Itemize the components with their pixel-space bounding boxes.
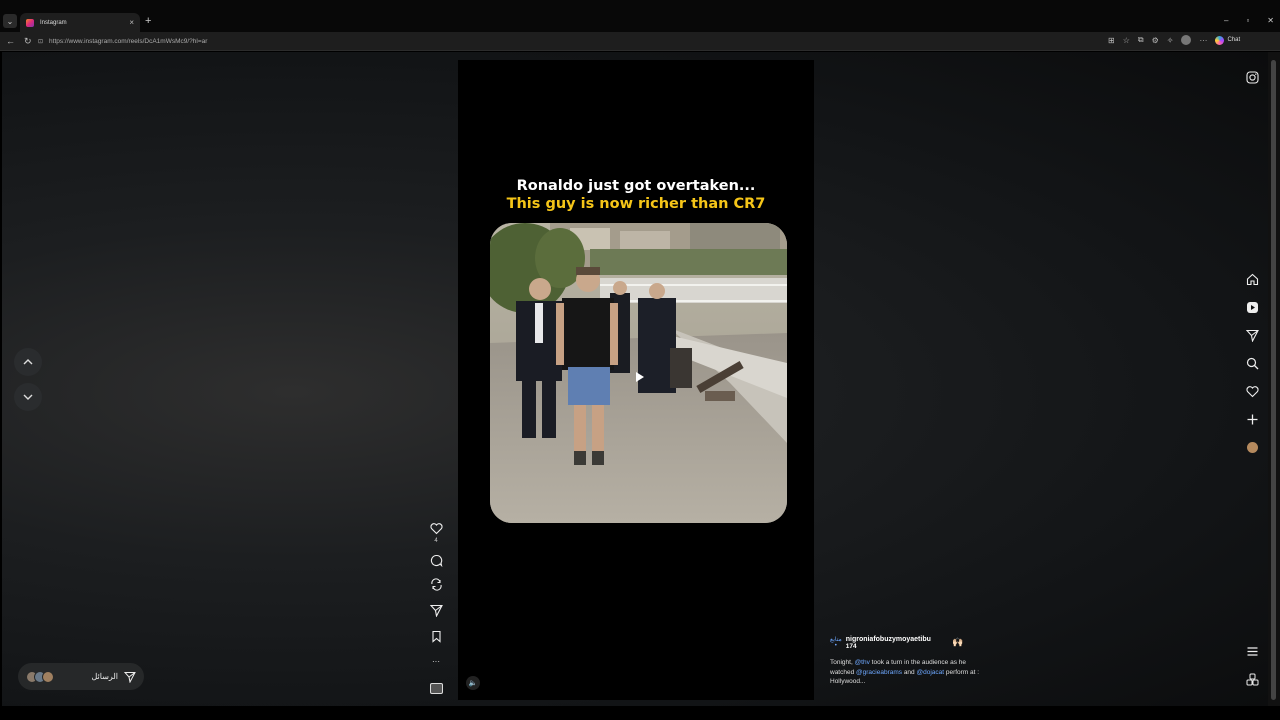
refresh-icon[interactable]: ↻ — [24, 36, 32, 47]
mute-toggle-button[interactable]: 🔈 — [466, 676, 480, 690]
copilot-chat-button[interactable]: Chat — [1215, 35, 1241, 45]
speaker-icon: 🔈 — [468, 680, 478, 687]
more-options-icon[interactable]: ··· — [1199, 36, 1207, 45]
likes-count: 174 — [845, 643, 857, 650]
follow-button[interactable]: متابع — [830, 636, 842, 643]
avatar — [42, 670, 54, 683]
comment-icon — [430, 554, 442, 567]
messages-label: الرسائل — [91, 672, 119, 681]
play-icon[interactable] — [632, 370, 646, 384]
favorite-star-icon[interactable]: ☆ — [1123, 36, 1130, 45]
reel-caption-line1: Ronaldo just got overtaken... — [516, 178, 756, 194]
separator-dot: • — [834, 643, 837, 649]
back-arrow-icon[interactable]: ← — [6, 36, 15, 46]
nav-messages[interactable] — [1244, 327, 1260, 343]
post-info: متابع • nigroniafobuzymoyaetibu 174 🙌🏻 T… — [830, 636, 980, 687]
new-tab-button[interactable]: + — [145, 15, 151, 27]
previous-reel-button[interactable] — [14, 348, 42, 376]
plus-icon — [1247, 414, 1257, 424]
browser-titlebar: ⌄ Instagram × + – ▫ ✕ — [0, 0, 1280, 32]
tab-title: Instagram — [40, 19, 67, 26]
home-icon — [1246, 273, 1258, 285]
toolbar-icons: ⊞ ☆ ⧉ ⚙ ✧ ··· Chat — [1108, 35, 1240, 45]
description-text: and — [902, 668, 917, 676]
message-avatars — [26, 670, 54, 683]
profile-avatar — [1246, 441, 1258, 453]
mention-link[interactable]: @thv — [855, 659, 870, 666]
heart-icon — [1245, 385, 1259, 397]
audio-cover-icon — [429, 682, 443, 694]
meta-apps-icon — [1246, 673, 1258, 685]
instagram-icon — [1245, 70, 1259, 84]
app-available-icon[interactable]: ⊞ — [1108, 36, 1115, 45]
collections-icon[interactable]: ✧ — [1167, 36, 1174, 45]
audio-thumbnail[interactable] — [428, 680, 444, 696]
search-icon — [1246, 357, 1258, 369]
profile-avatar[interactable] — [1181, 35, 1192, 45]
reel-caption-line2: This guy is now richer than CR7 — [506, 196, 766, 212]
nav-home[interactable] — [1244, 271, 1260, 287]
nav-profile[interactable] — [1244, 439, 1260, 455]
close-window-button[interactable]: ✕ — [1267, 16, 1274, 25]
bookmark-icon — [431, 630, 441, 643]
reels-icon — [1246, 301, 1258, 313]
next-reel-button[interactable] — [14, 383, 42, 411]
address-bar: ← ↻ ⊡ https://www.instagram.com/reels/Dc… — [0, 32, 1280, 51]
site-info-icon[interactable]: ⊡ — [38, 38, 43, 45]
like-count: 4 — [434, 538, 438, 544]
minimize-button[interactable]: – — [1224, 16, 1228, 25]
send-icon — [1245, 329, 1259, 342]
scrollbar-thumb[interactable] — [1271, 60, 1276, 700]
instagram-page: الرسائل Ronaldo just got overtaken... Th… — [2, 52, 1268, 706]
author-emoji: 🙌🏻 — [952, 637, 964, 647]
send-icon — [429, 604, 443, 617]
comment-button[interactable] — [428, 552, 444, 568]
repost-button[interactable] — [428, 576, 444, 592]
chevron-up-icon — [23, 359, 33, 365]
instagram-logo-button[interactable] — [1244, 69, 1260, 85]
hamburger-menu-icon — [1247, 646, 1257, 656]
share-button[interactable] — [428, 602, 444, 618]
description-text: Tonight, — [830, 659, 855, 666]
tab-actions-menu[interactable]: ⌄ — [3, 14, 17, 28]
like-button[interactable] — [428, 520, 444, 536]
repost-icon — [430, 577, 442, 591]
more-dots-icon: ··· — [432, 656, 440, 666]
page-scrollbar[interactable] — [1268, 52, 1280, 706]
more-options-button[interactable]: ··· — [428, 653, 444, 669]
nav-also-from-meta[interactable] — [1244, 671, 1260, 687]
url-field[interactable]: ⊡ https://www.instagram.com/reels/DcA1mW… — [38, 35, 1098, 48]
instagram-favicon-icon — [26, 18, 34, 27]
bottom-frame — [0, 706, 1280, 720]
post-description[interactable]: Tonight, @thv took a turn in the audienc… — [830, 658, 980, 687]
author-username[interactable]: nigroniafobuzymoyaetibu — [846, 636, 931, 643]
save-button[interactable] — [428, 628, 444, 644]
maximize-button[interactable]: ▫ — [1246, 16, 1249, 25]
nav-reels[interactable] — [1244, 299, 1260, 315]
copilot-icon — [1215, 35, 1225, 45]
heart-icon — [429, 522, 443, 534]
nav-more-menu[interactable] — [1244, 643, 1260, 659]
send-icon — [124, 671, 136, 683]
chevron-down-icon — [23, 394, 33, 400]
nav-search[interactable] — [1244, 355, 1260, 371]
mention-link[interactable]: @dojacat — [916, 669, 944, 676]
tab-close-icon[interactable]: × — [129, 18, 134, 27]
copilot-label: Chat — [1227, 37, 1241, 43]
window-controls: – ▫ ✕ — [1224, 16, 1274, 25]
tab-instagram[interactable]: Instagram × — [20, 13, 140, 32]
url-text: https://www.instagram.com/reels/DcA1mWsM… — [49, 38, 208, 45]
reel-player[interactable]: Ronaldo just got overtaken... This guy i… — [458, 60, 814, 700]
nav-create[interactable] — [1244, 411, 1260, 427]
split-screen-icon[interactable]: ⧉ — [1138, 35, 1144, 45]
extensions-icon[interactable]: ⚙ — [1152, 36, 1159, 45]
nav-notifications[interactable] — [1244, 383, 1260, 399]
messages-button[interactable]: الرسائل — [18, 663, 144, 690]
mention-link[interactable]: @gracieabrams — [856, 669, 902, 676]
